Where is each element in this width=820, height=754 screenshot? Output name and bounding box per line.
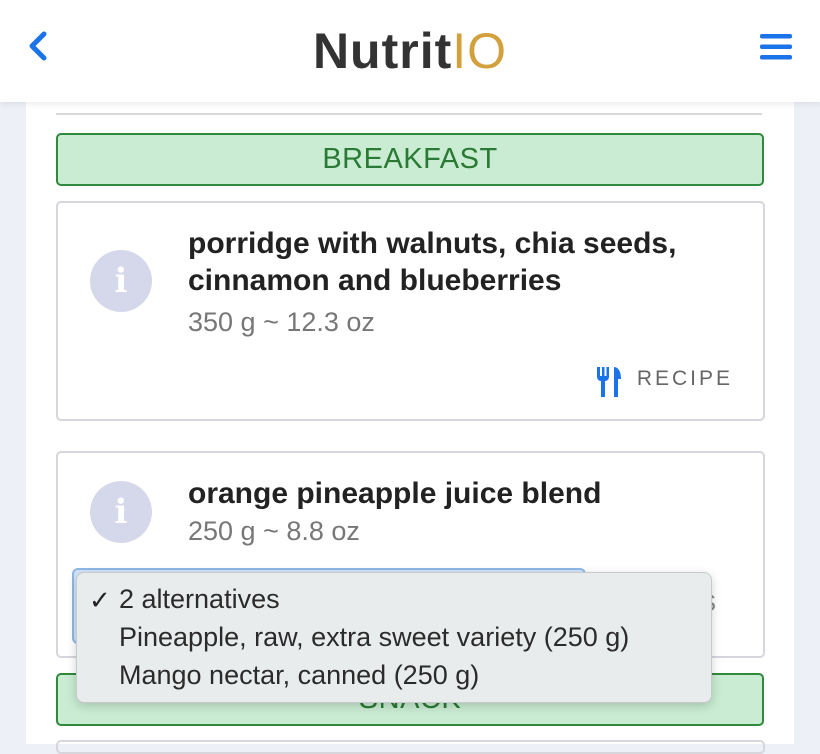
alternatives-dropdown[interactable]: ✓ 2 alternatives Pineapple, raw, extra s… <box>76 572 712 703</box>
fork-knife-icon[interactable] <box>594 365 624 399</box>
app-logo: NutritIO <box>0 22 820 80</box>
food-title-line2: cinnamon and blueberries <box>188 264 562 297</box>
food-quantity: 350 g ~ 12.3 oz <box>188 307 375 337</box>
meal-header-breakfast[interactable]: BREAKFAST <box>56 133 764 186</box>
info-icon[interactable]: i <box>90 481 152 543</box>
food-title: porridge with walnuts, chia seeds, cinna… <box>188 225 748 299</box>
divider <box>56 113 762 115</box>
food-quantity: 250 g ~ 8.8 oz <box>188 516 360 546</box>
logo-text-main: Nutrit <box>312 23 453 79</box>
food-card-porridge[interactable]: i porridge with walnuts, chia seeds, cin… <box>56 201 765 421</box>
dropdown-option-selected[interactable]: 2 alternatives <box>119 584 280 615</box>
food-title: orange pineapple juice blend <box>188 477 602 510</box>
next-food-card[interactable] <box>56 740 765 754</box>
app-header: NutritIO <box>0 0 820 102</box>
hamburger-menu-icon[interactable] <box>758 32 794 62</box>
dropdown-option[interactable]: Mango nectar, canned (250 g) <box>119 660 479 691</box>
info-icon[interactable]: i <box>90 250 152 312</box>
food-title-line1: porridge with walnuts, chia seeds, <box>188 227 677 260</box>
dropdown-option[interactable]: Pineapple, raw, extra sweet variety (250… <box>119 622 629 653</box>
recipe-link[interactable]: RECIPE <box>637 367 733 391</box>
logo-text-accent: IO <box>452 23 508 79</box>
checkmark-icon: ✓ <box>89 585 111 615</box>
